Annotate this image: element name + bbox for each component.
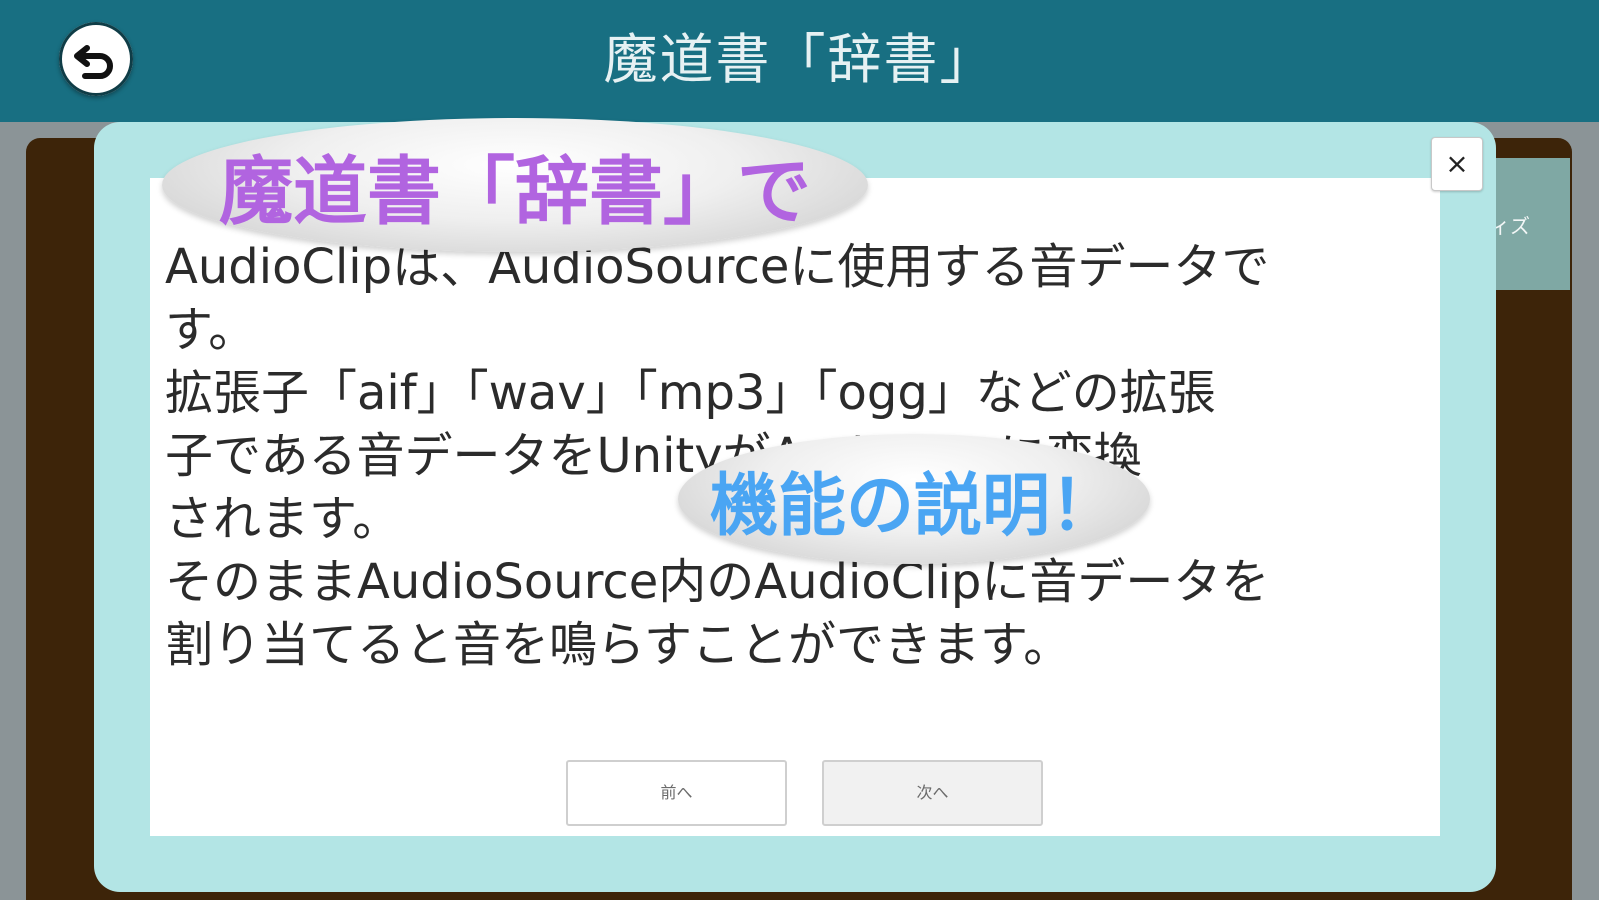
prev-button[interactable]: 前へ bbox=[566, 760, 787, 826]
description-line: AudioClipは、AudioSourceに使用する音データで bbox=[165, 239, 1270, 295]
close-button[interactable]: × bbox=[1431, 137, 1483, 191]
next-button[interactable]: 次へ bbox=[822, 760, 1043, 826]
header-bar: 魔道書「辞書」 bbox=[0, 0, 1599, 122]
back-button[interactable] bbox=[59, 22, 133, 96]
description-line: 拡張子「aif」「wav」「mp3」「ogg」などの拡張 bbox=[165, 365, 1216, 421]
overlay-bubble-title: 魔道書「辞書」で bbox=[162, 118, 868, 252]
undo-arrow-icon bbox=[74, 45, 113, 79]
description-line: そのままAudioSource内のAudioClipに音データを bbox=[165, 554, 1270, 610]
description-line: す。 bbox=[165, 302, 257, 358]
close-icon: × bbox=[1445, 147, 1469, 180]
page-title: 魔道書「辞書」 bbox=[603, 28, 996, 91]
overlay-bubble-explanation: 機能の説明！ bbox=[678, 434, 1150, 564]
screen: 魔道書「辞書」 ィズ × AudioClipは、AudioSourceに使用する… bbox=[0, 0, 1599, 900]
description-line: 割り当てると音を鳴らすことができます。 bbox=[165, 617, 1072, 673]
side-tab-label: ィズ bbox=[1490, 214, 1530, 238]
